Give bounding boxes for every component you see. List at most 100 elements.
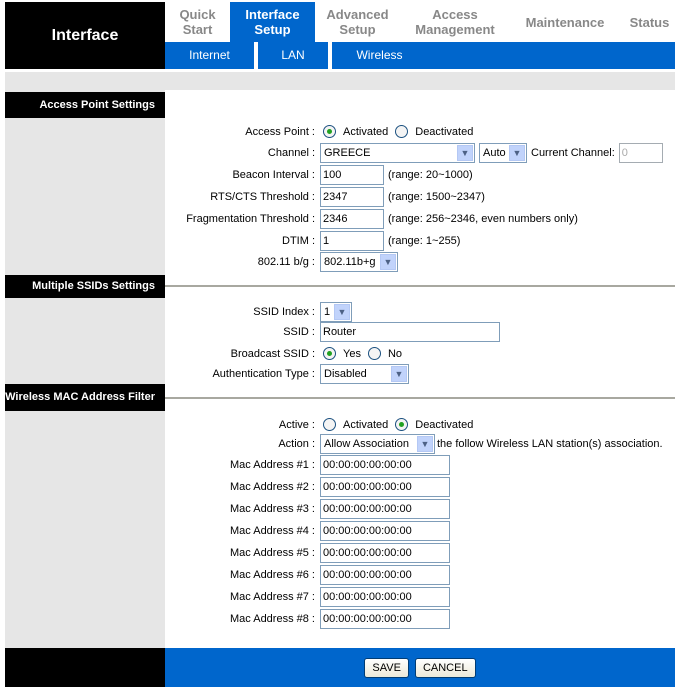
footer-bar: SAVE CANCEL [165,648,675,687]
dtim-input[interactable] [320,230,384,251]
tab-label: Management [415,22,495,37]
fragmentation-threshold-input[interactable] [320,208,384,229]
broadcast-ssid-row: Broadcast SSID : Yes No [165,343,675,364]
hint: (range: 256~2346, even numbers only) [388,212,578,225]
beacon-interval-input[interactable] [320,164,384,185]
divider [165,397,675,399]
mac-address-row: Mac Address #5 : 00:00:00:00:00:00 [165,542,675,563]
channel-row: Channel : GREECE ▼ Auto ▼ Current Channel: [165,142,675,163]
mac-address-input-5[interactable]: 00:00:00:00:00:00 [320,542,450,563]
mac-address-input-3[interactable]: 00:00:00:00:00:00 [320,498,450,519]
select-value: 1 [324,305,331,318]
mac-address-input-7[interactable]: 00:00:00:00:00:00 [320,586,450,607]
chevron-down-icon: ▼ [457,144,473,161]
mac-address-input-2[interactable]: 00:00:00:00:00:00 [320,476,450,497]
wireless-mode-select[interactable]: 802.11b+g ▼ [320,251,398,272]
mac-address-input-4[interactable]: 00:00:00:00:00:00 [320,520,450,541]
section-mac-filter: Wireless MAC Address Filter [5,384,165,411]
country-select[interactable]: GREECE ▼ [320,142,475,163]
label: DTIM : [282,234,315,247]
dtim-row: DTIM : (range: 1~255) [165,230,675,251]
tab-label: Interface [245,7,300,22]
select-value: GREECE [324,146,371,159]
sidebar-column [5,90,165,648]
label: Authentication Type : [212,367,315,380]
tab-label: Status [629,14,670,30]
label: Mac Address #3 : [230,502,315,515]
subtab-lan[interactable]: LAN [258,42,328,69]
tab-status[interactable]: Status [622,2,675,42]
divider [165,285,675,287]
authentication-type-select[interactable]: Disabled ▼ [320,363,409,384]
label: Deactivated [415,418,474,431]
tab-label: Setup [254,22,291,37]
mode-row: 802.11 b/g : 802.11b+g ▼ [165,251,675,272]
hint: (range: 1~255) [388,234,461,247]
tab-quick-start[interactable]: Quick Start [165,2,230,42]
spacer-strip [5,72,675,90]
tab-maintenance[interactable]: Maintenance [515,2,615,42]
mac-address-input-8[interactable]: 00:00:00:00:00:00 [320,608,450,629]
chevron-down-icon: ▼ [380,253,396,270]
ssid-index-row: SSID Index : 1 ▼ [165,301,675,322]
beacon-row: Beacon Interval : (range: 20~1000) [165,164,675,185]
save-button[interactable]: SAVE [364,657,409,678]
mac-address-row: Mac Address #1 : 00:00:00:00:00:00 [165,454,675,475]
mac-address-input-1[interactable]: 00:00:00:00:00:00 [320,454,450,475]
label: Yes [343,347,361,360]
label: Mac Address #5 : [230,546,315,559]
rts-threshold-input[interactable] [320,186,384,207]
tab-interface-setup[interactable]: Interface Setup [230,2,315,42]
mac-address-input-6[interactable]: 00:00:00:00:00:00 [320,564,450,585]
broadcast-no-radio[interactable] [367,347,381,360]
chevron-down-icon: ▼ [334,303,350,320]
tab-label: Setup [339,22,376,37]
current-channel-field [618,142,663,163]
access-point-activated-radio[interactable] [323,125,336,138]
chevron-down-icon: ▼ [391,365,407,382]
label: Action : [278,437,315,450]
access-point-row: Access Point : Activated Deactivated [165,121,675,142]
label: Activated [343,418,389,431]
select-value: Auto [483,146,506,159]
mac-address-row: Mac Address #4 : 00:00:00:00:00:00 [165,520,675,541]
tab-access-management[interactable]: Access Management [400,2,510,42]
mac-address-row: Mac Address #2 : 00:00:00:00:00:00 [165,476,675,497]
label: Mac Address #4 : [230,524,315,537]
broadcast-yes-radio[interactable] [323,347,336,360]
label: SSID Index : [253,305,315,318]
subtab-internet[interactable]: Internet [165,42,254,69]
select-value: 802.11b+g [324,255,376,268]
label: Mac Address #1 : [230,458,315,471]
mac-address-row: Mac Address #3 : 00:00:00:00:00:00 [165,498,675,519]
label: Active : [278,418,315,431]
label: Mac Address #6 : [230,568,315,581]
label: Mac Address #8 : [230,612,315,625]
cancel-button[interactable]: CANCEL [414,657,476,678]
label: SSID : [283,325,315,338]
mac-filter-activated-radio[interactable] [323,418,336,431]
subtab-wireless[interactable]: Wireless [332,42,427,69]
mac-action-select[interactable]: Allow Association ▼ [320,433,435,454]
label: Channel : [267,146,315,159]
hint: (range: 1500~2347) [388,190,485,203]
chevron-down-icon: ▼ [509,144,525,161]
ssid-row: SSID : [165,321,675,342]
tab-label: Advanced [326,7,389,22]
ssid-index-select[interactable]: 1 ▼ [320,301,352,322]
label: No [387,347,403,360]
select-value: Disabled [324,367,367,380]
tab-advanced-setup[interactable]: Advanced Setup [315,2,400,42]
section-access-point-settings: Access Point Settings [5,92,165,118]
mac-address-row: Mac Address #8 : 00:00:00:00:00:00 [165,608,675,629]
section-multiple-ssids: Multiple SSIDs Settings [5,275,165,298]
mac-filter-deactivated-radio[interactable] [395,418,409,431]
ssid-input[interactable] [320,321,500,342]
label: Fragmentation Threshold : [186,212,315,225]
access-point-deactivated-radio[interactable] [395,125,409,138]
label: Deactivated [415,125,474,138]
brand-logo: Interface [5,2,165,69]
mac-address-row: Mac Address #6 : 00:00:00:00:00:00 [165,564,675,585]
label: Mac Address #7 : [230,590,315,603]
channel-select[interactable]: Auto ▼ [479,142,527,163]
